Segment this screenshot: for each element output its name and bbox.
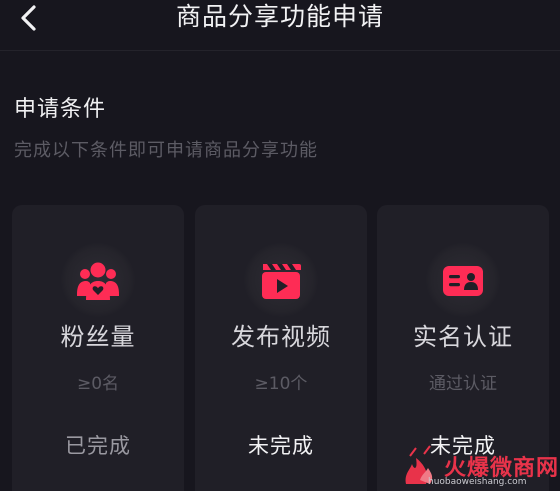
condition-status: 未完成 [248,434,314,458]
condition-name: 粉丝量 [60,323,136,351]
top-bar: 商品分享功能申请 [0,0,560,44]
condition-card-fans: 粉丝量 ≥0名 已完成 [12,205,184,491]
fans-icon [77,262,119,300]
section-subtitle: 完成以下条件即可申请商品分享功能 [14,140,318,161]
condition-name: 实名认证 [413,323,513,351]
id-card-icon [443,266,483,296]
condition-requirement: ≥0名 [76,374,120,394]
condition-name: 发布视频 [231,323,331,351]
video-icon [262,264,301,299]
condition-status: 已完成 [65,434,131,458]
condition-requirement: ≥10个 [254,374,308,394]
section-title: 申请条件 [14,97,107,122]
page: 商品分享功能申请 申请条件 完成以下条件即可申请商品分享功能 粉丝量 ≥0名 已… [0,0,560,491]
header-divider [0,50,560,51]
condition-requirement: 通过认证 [429,374,497,394]
condition-card-video[interactable]: 发布视频 ≥10个 未完成 [195,205,367,491]
page-title: 商品分享功能申请 [175,2,384,31]
watermark-url: huobaoweishang.com [428,477,527,487]
